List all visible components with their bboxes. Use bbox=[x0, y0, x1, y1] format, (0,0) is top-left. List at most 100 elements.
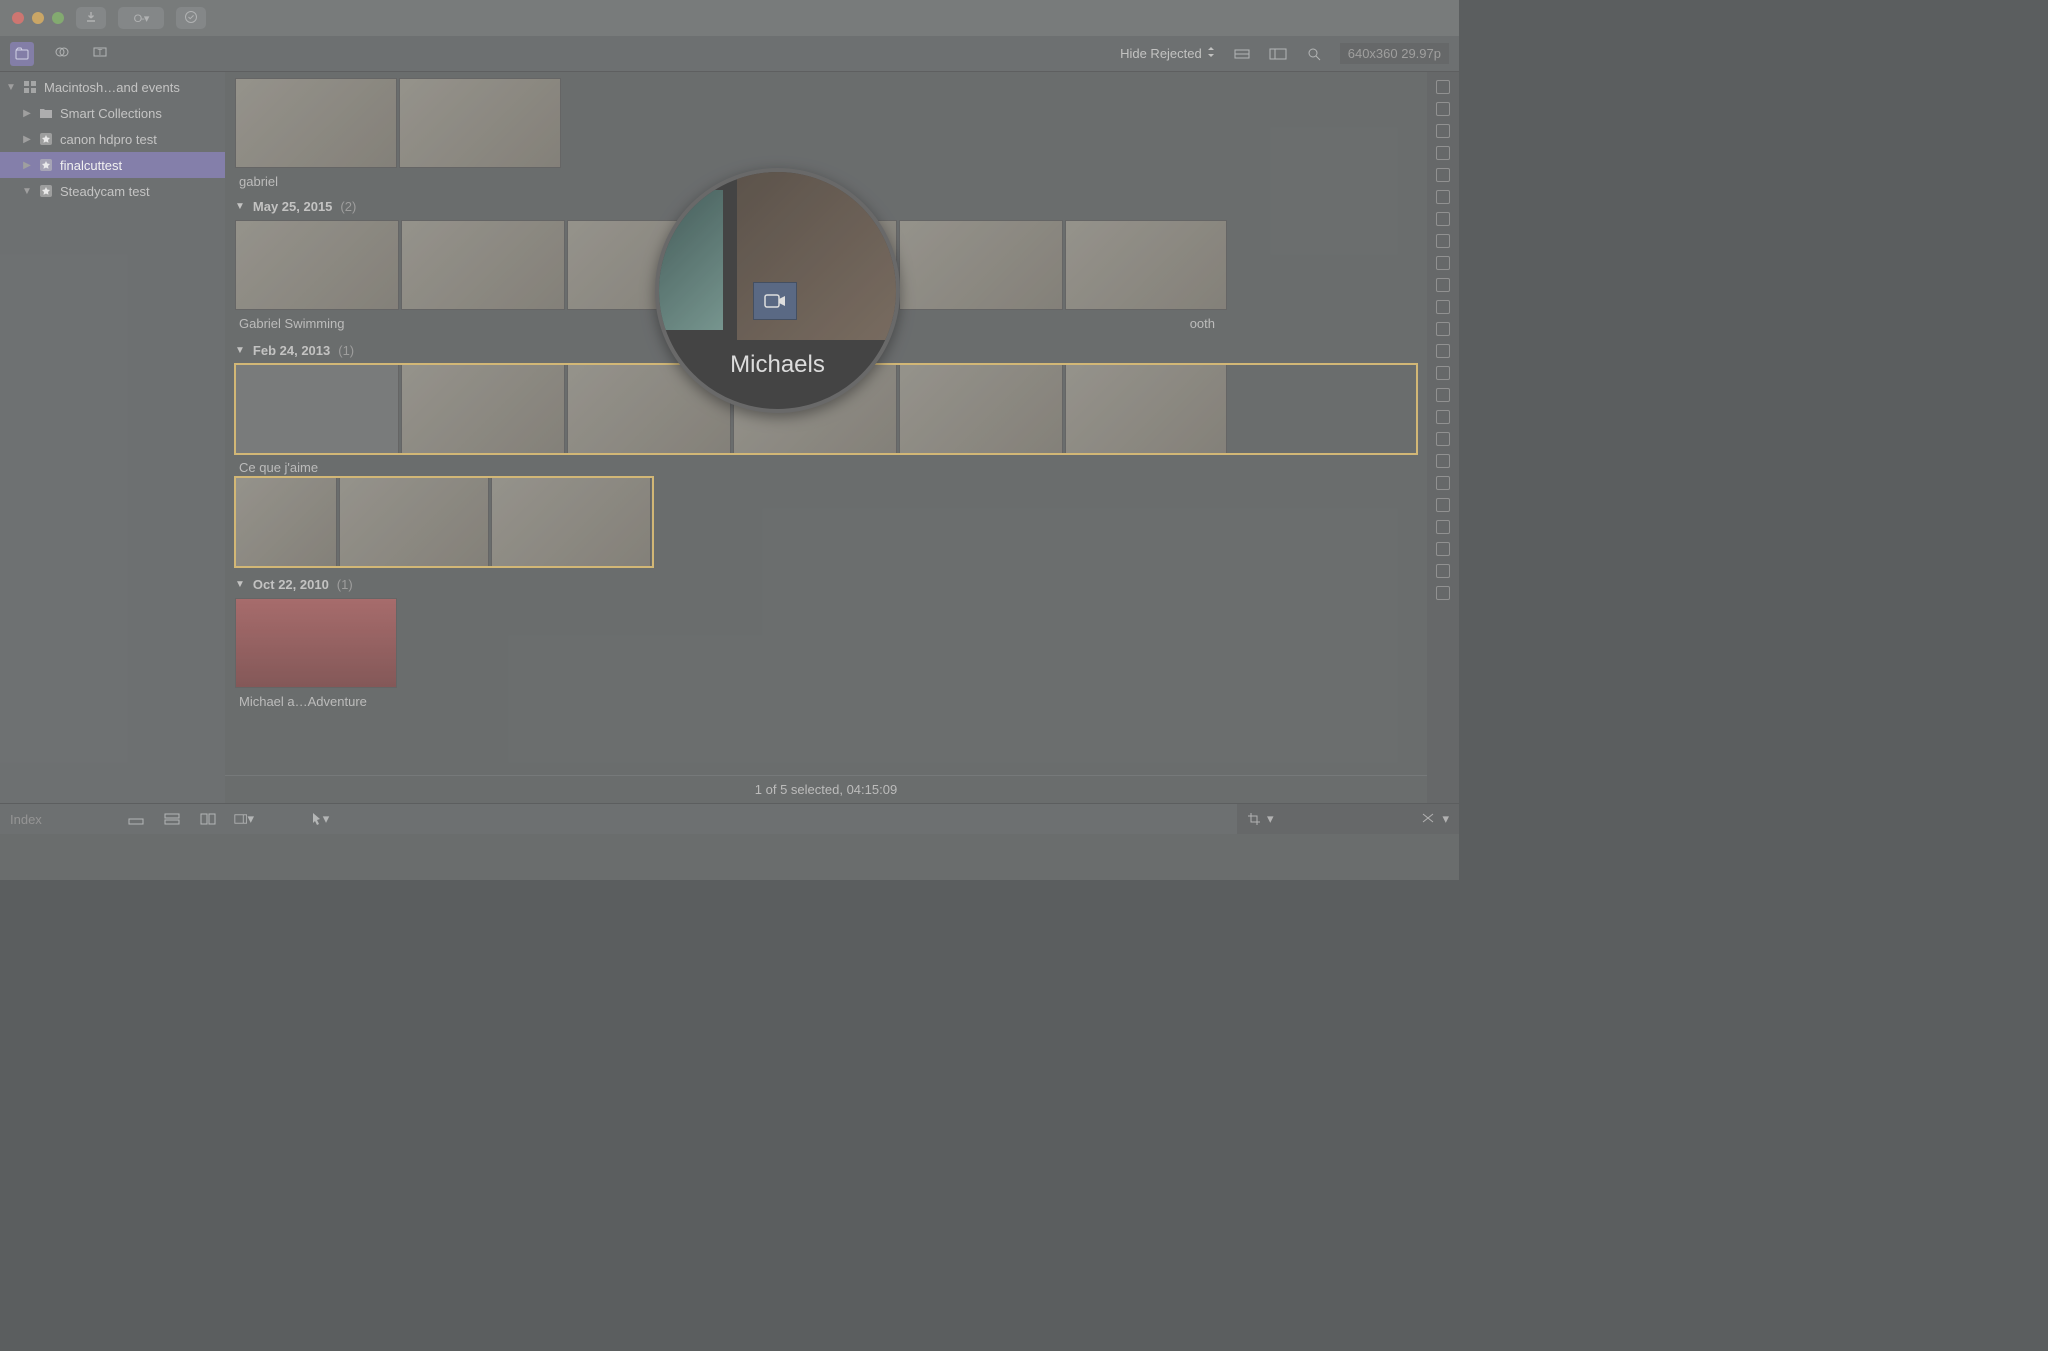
keyword-button[interactable]: O-▾ bbox=[118, 7, 164, 29]
import-button[interactable] bbox=[76, 7, 106, 29]
group-count: (1) bbox=[337, 577, 353, 592]
disclosure-icon: ▶ bbox=[22, 134, 32, 145]
inspector-checkbox[interactable] bbox=[1436, 80, 1450, 94]
inspector-checkbox[interactable] bbox=[1436, 322, 1450, 336]
sidebar-item[interactable]: ▶canon hdpro test bbox=[0, 126, 225, 152]
clip-label: Ce que j'aime bbox=[239, 460, 1417, 475]
share-tool-button[interactable]: ▾ bbox=[1420, 811, 1449, 827]
group-count: (2) bbox=[340, 199, 356, 214]
folder-icon bbox=[38, 105, 54, 121]
timeline-index-button[interactable]: Index bbox=[10, 812, 110, 827]
search-button[interactable] bbox=[1304, 44, 1324, 64]
clip-thumbnail[interactable] bbox=[401, 220, 565, 310]
zoom-clip-label: Michaels bbox=[659, 351, 896, 379]
inspector-checkbox[interactable] bbox=[1436, 212, 1450, 226]
browser-toolbar: T Hide Rejected 640x360 29.97p bbox=[0, 36, 1459, 72]
inspector-checkbox[interactable] bbox=[1436, 366, 1450, 380]
inspector-checkbox[interactable] bbox=[1436, 344, 1450, 358]
window-titlebar: O-▾ bbox=[0, 0, 1459, 36]
layout-button-3[interactable] bbox=[198, 809, 218, 829]
sort-icon bbox=[1206, 46, 1216, 61]
clip-thumbnail[interactable] bbox=[1065, 220, 1227, 310]
clip-thumbnail[interactable] bbox=[491, 477, 651, 567]
chevron-down-icon: ▾ bbox=[1267, 811, 1274, 827]
inspector-checkbox[interactable] bbox=[1436, 256, 1450, 270]
date-group-header[interactable]: ▼ Oct 22, 2010 (1) bbox=[235, 577, 1417, 592]
clip-thumbnail[interactable] bbox=[401, 364, 565, 454]
library-icon bbox=[22, 79, 38, 95]
clip-thumbnail[interactable] bbox=[235, 364, 399, 454]
disclosure-icon: ▶ bbox=[22, 160, 32, 171]
clip-thumbnail[interactable] bbox=[235, 78, 397, 168]
sidebar-item[interactable]: ▼Steadycam test bbox=[0, 178, 225, 204]
inspector-checkbox[interactable] bbox=[1436, 498, 1450, 512]
filmstrip-view-button[interactable] bbox=[1232, 44, 1252, 64]
clip-thumbnail[interactable] bbox=[235, 598, 397, 688]
inspector-checkbox[interactable] bbox=[1436, 102, 1450, 116]
inspector-checkbox[interactable] bbox=[1436, 542, 1450, 556]
group-date: Oct 22, 2010 bbox=[253, 577, 329, 592]
inspector-checkbox[interactable] bbox=[1436, 168, 1450, 182]
disclosure-icon: ▼ bbox=[235, 579, 245, 590]
minimize-window-button[interactable] bbox=[32, 12, 44, 24]
inspector-checkbox[interactable] bbox=[1436, 564, 1450, 578]
clip-thumbnail[interactable] bbox=[235, 477, 337, 567]
library-label: Macintosh…and events bbox=[44, 80, 180, 95]
inspector-checkbox[interactable] bbox=[1436, 454, 1450, 468]
timeline-toolbar: Index ▾ ▾ bbox=[0, 804, 1237, 834]
traffic-lights bbox=[12, 12, 64, 24]
disclosure-icon: ▼ bbox=[235, 201, 245, 212]
clip-thumbnail[interactable] bbox=[899, 364, 1063, 454]
zoom-window-button[interactable] bbox=[52, 12, 64, 24]
clip-thumbnail[interactable] bbox=[339, 477, 489, 567]
crop-tool-button[interactable]: ▾ bbox=[1247, 811, 1274, 827]
inspector-checkbox[interactable] bbox=[1436, 190, 1450, 204]
inspector-checkbox[interactable] bbox=[1436, 124, 1450, 138]
select-tool-button[interactable]: ▾ bbox=[310, 809, 330, 829]
library-row[interactable]: ▼ Macintosh…and events bbox=[0, 74, 225, 100]
star-icon bbox=[38, 183, 54, 199]
inspector-checkbox[interactable] bbox=[1436, 410, 1450, 424]
clip-thumbnail[interactable] bbox=[899, 220, 1063, 310]
library-tab[interactable] bbox=[10, 42, 34, 66]
titles-tab[interactable]: T bbox=[90, 42, 110, 62]
disclosure-icon: ▶ bbox=[22, 108, 32, 119]
key-icon: O-▾ bbox=[134, 12, 149, 25]
sidebar-item[interactable]: ▶Smart Collections bbox=[0, 100, 225, 126]
selection-status: 1 of 5 selected, 04:15:09 bbox=[755, 782, 897, 797]
layout-button-1[interactable] bbox=[126, 809, 146, 829]
clip-row[interactable] bbox=[235, 598, 1417, 688]
inspector-checkbox[interactable] bbox=[1436, 586, 1450, 600]
inspector-checkbox[interactable] bbox=[1436, 146, 1450, 160]
photos-tab[interactable] bbox=[52, 42, 72, 62]
list-view-button[interactable] bbox=[1268, 44, 1288, 64]
clip-label: Gabriel Swimming bbox=[239, 316, 344, 331]
clip-row[interactable] bbox=[235, 477, 653, 567]
inspector-sidebar bbox=[1427, 72, 1459, 803]
zoom-thumbnail-left bbox=[659, 190, 723, 330]
format-readout: 640x360 29.97p bbox=[1340, 43, 1449, 64]
chevron-down-icon: ▾ bbox=[1442, 811, 1449, 827]
inspector-checkbox[interactable] bbox=[1436, 278, 1450, 292]
sidebar-item-label: finalcuttest bbox=[60, 158, 122, 173]
inspector-checkbox[interactable] bbox=[1436, 234, 1450, 248]
inspector-checkbox[interactable] bbox=[1436, 476, 1450, 490]
inspector-checkbox[interactable] bbox=[1436, 300, 1450, 314]
layout-button-4[interactable]: ▾ bbox=[234, 809, 254, 829]
inspector-checkbox[interactable] bbox=[1436, 432, 1450, 446]
disclosure-icon: ▼ bbox=[22, 186, 32, 197]
clip-label: Michael a…Adventure bbox=[239, 694, 1417, 709]
layout-button-2[interactable] bbox=[162, 809, 182, 829]
inspector-checkbox[interactable] bbox=[1436, 520, 1450, 534]
star-icon bbox=[38, 157, 54, 173]
sidebar-item[interactable]: ▶ finalcuttest bbox=[0, 152, 225, 178]
clip-row[interactable] bbox=[235, 78, 1417, 168]
star-icon bbox=[38, 131, 54, 147]
clip-thumbnail[interactable] bbox=[235, 220, 399, 310]
clip-thumbnail[interactable] bbox=[399, 78, 561, 168]
inspector-checkbox[interactable] bbox=[1436, 388, 1450, 402]
clip-thumbnail[interactable] bbox=[1065, 364, 1227, 454]
hide-rejected-dropdown[interactable]: Hide Rejected bbox=[1120, 46, 1216, 61]
close-window-button[interactable] bbox=[12, 12, 24, 24]
background-tasks-button[interactable] bbox=[176, 7, 206, 29]
